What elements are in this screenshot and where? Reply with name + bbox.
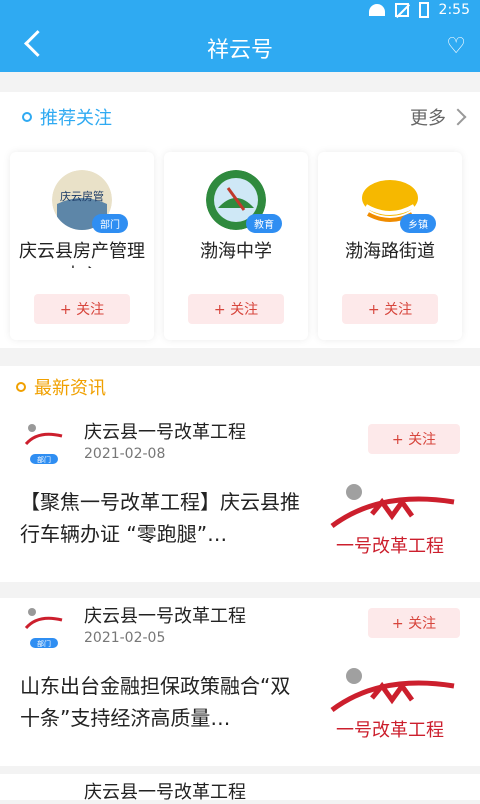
more-label: 更多 [410,108,446,129]
recommend-card-3[interactable]: 乡镇 渤海路街道 + 关注 [318,152,462,340]
news-headline[interactable]: 山东出台金融担保政策融合“双十条”支持经济高质量… [20,670,310,734]
news-badge: 部门 [37,639,51,648]
battery-icon [418,2,429,18]
news-title: 最新资讯 [16,374,106,400]
more-button[interactable]: 更多 [410,104,467,130]
news-source: 庆云县一号改革工程 [84,782,246,803]
recommend-section: 推荐关注 更多 庆云房管 部门 庆云县房产管理中心 + 关注 [0,92,480,348]
news-badge: 部门 [37,455,51,464]
reform-project-logo: 部门 [20,418,68,466]
news-source: 庆云县一号改革工程 [84,422,246,443]
recommend-card-1[interactable]: 庆云房管 部门 庆云县房产管理中心 + 关注 [10,152,154,340]
status-icons: 2:55 [368,2,470,18]
news-date: 2021-02-08 [84,446,166,462]
recommend-carousel[interactable]: 庆云房管 部门 庆云县房产管理中心 + 关注 教育 渤海中学 + 关注 [10,152,480,342]
svg-text:庆云房管: 庆云房管 [60,189,104,203]
status-bar: 2:55 [0,0,480,22]
follow-button[interactable]: + 关注 [188,294,284,324]
status-time: 2:55 [438,2,470,18]
section-dot-icon [16,382,26,392]
news-item-3-partial[interactable]: 庆云县一号改革工程 [0,774,480,803]
chevron-right-icon [449,108,467,126]
follow-button[interactable]: + 关注 [34,294,130,324]
signal-off-icon [394,3,409,17]
recommend-name: 庆云县房产管理中心 [19,241,145,268]
follow-button[interactable]: + 关注 [368,424,460,454]
news-title-text: 最新资讯 [34,378,106,399]
section-dot-icon [22,112,32,122]
recommend-card-2[interactable]: 教育 渤海中学 + 关注 [164,152,308,340]
wifi-icon [368,4,385,16]
news-item-2[interactable]: 部门 庆云县一号改革工程 2021-02-05 + 关注 山东出台金融担保政策融… [0,598,480,766]
favorite-add-icon[interactable]: ♡ [446,34,466,59]
news-thumbnail[interactable]: 一号改革工程 [320,480,460,560]
top-app-bar: 2:55 祥云号 ♡ [0,0,480,72]
news-source: 庆云县一号改革工程 [84,606,246,627]
recommend-name: 渤海路街道 [345,241,435,262]
recommend-title: 推荐关注 [22,104,112,130]
badge-education: 教育 [246,214,282,233]
recommend-name: 渤海中学 [200,241,272,262]
news-date: 2021-02-05 [84,630,166,646]
page-title: 祥云号 [206,38,273,63]
news-thumbnail[interactable]: 一号改革工程 [320,664,460,744]
news-item-1[interactable]: 部门 庆云县一号改革工程 2021-02-08 + 关注 【聚焦一号改革工程】庆… [0,414,480,582]
follow-button[interactable]: + 关注 [368,608,460,638]
thumb-text: 一号改革工程 [336,720,444,741]
recommend-title-text: 推荐关注 [40,108,112,129]
reform-project-logo: 部门 [20,602,68,650]
news-headline[interactable]: 【聚焦一号改革工程】庆云县推行车辆办证 “零跑腿”… [20,486,310,550]
thumb-text: 一号改革工程 [336,536,444,557]
follow-button[interactable]: + 关注 [342,294,438,324]
badge-department: 部门 [92,214,128,233]
badge-town: 乡镇 [400,214,436,233]
